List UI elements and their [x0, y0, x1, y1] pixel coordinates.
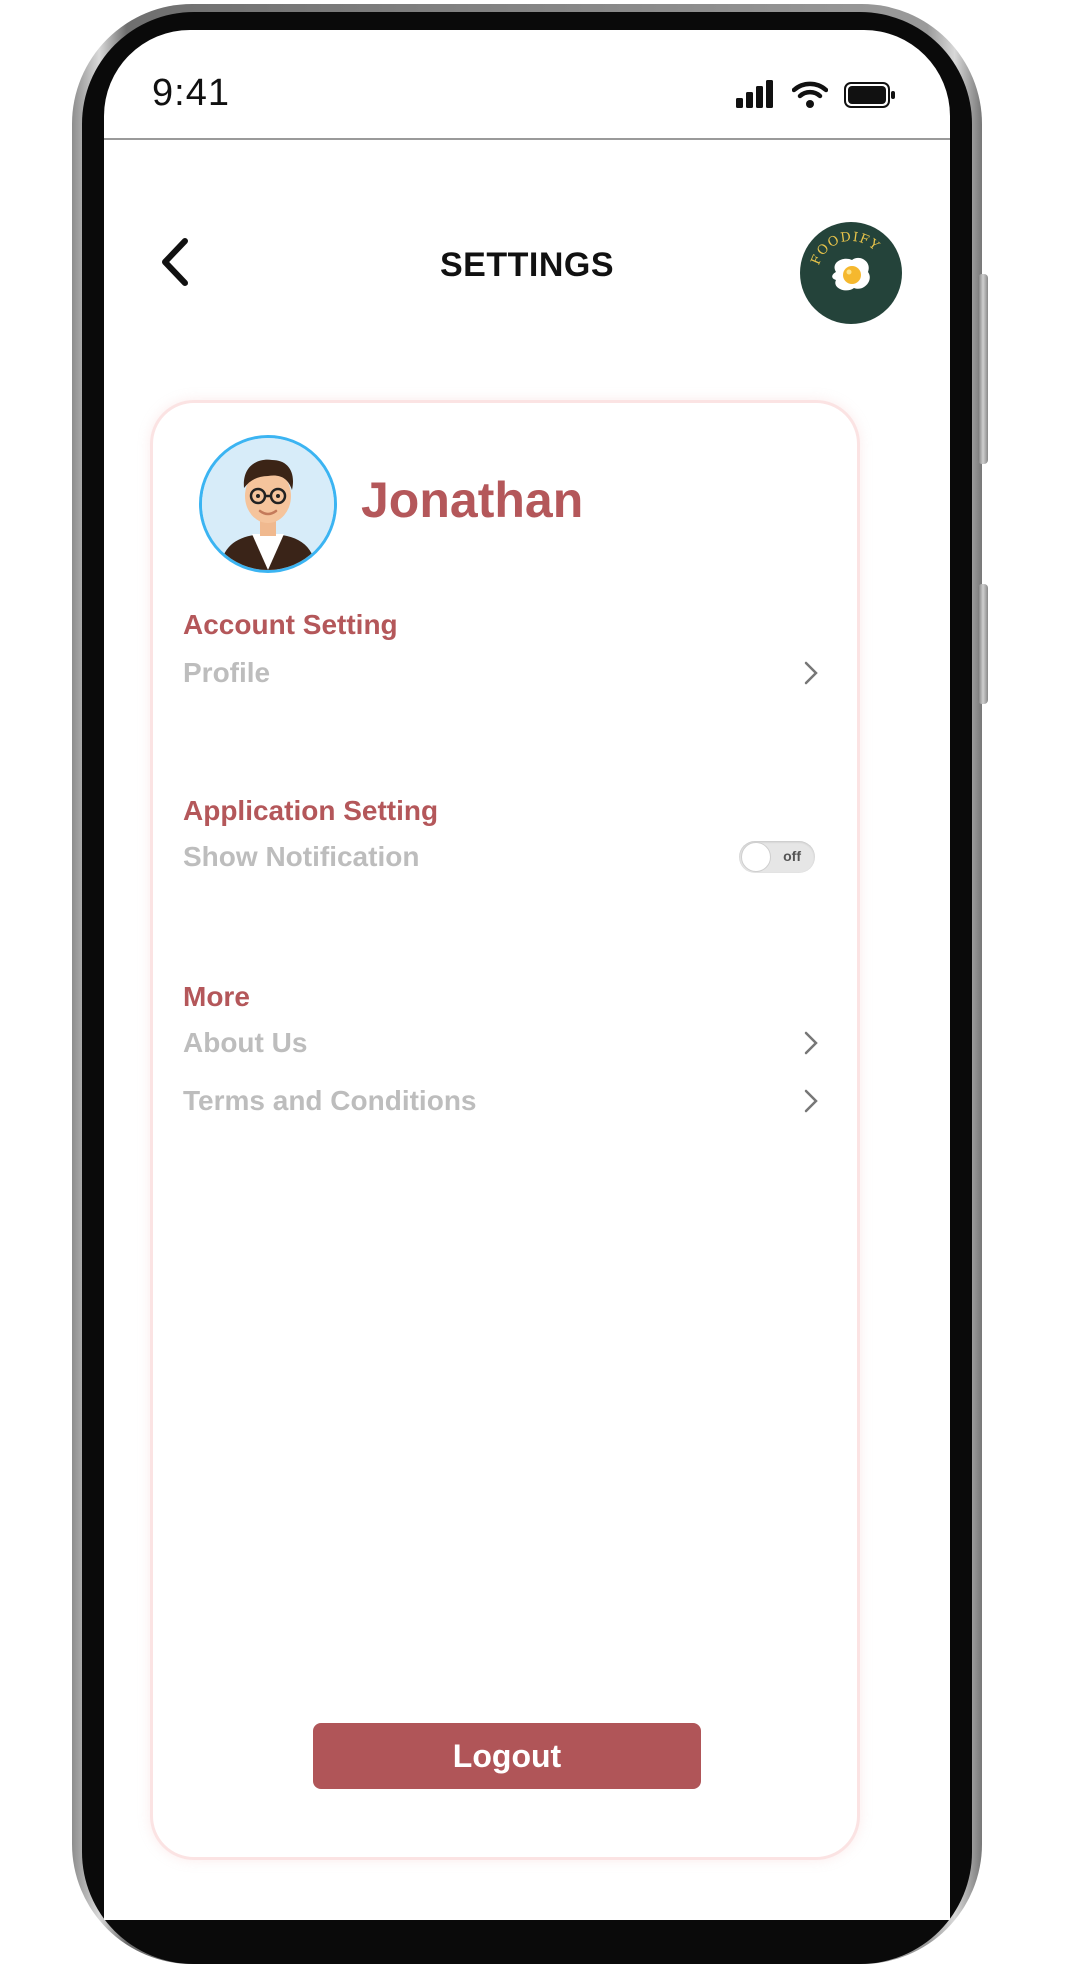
settings-item-label: Profile [183, 657, 271, 688]
settings-item-about-us[interactable]: About Us [183, 1019, 823, 1067]
status-bar: 9:41 [104, 30, 950, 140]
signal-icon [736, 80, 773, 108]
chevron-right-icon [799, 1089, 823, 1113]
status-icons [736, 80, 896, 108]
settings-item-show-notification: Show Notification off [183, 833, 823, 881]
settings-card: Jonathan Account Setting Profile Applica… [150, 400, 860, 1860]
settings-item-profile[interactable]: Profile [183, 649, 823, 697]
app-screen: 9:41 SETTINGS FOODIFY Jonathan Account S… [104, 30, 950, 1920]
user-avatar-icon [202, 438, 334, 570]
fried-egg-logo-icon: FOODIFY [809, 230, 881, 291]
chevron-right-icon [799, 661, 823, 685]
logout-button[interactable]: Logout [313, 1723, 701, 1789]
profile-name: Jonathan [361, 472, 584, 528]
top-navigation: SETTINGS FOODIFY [104, 210, 950, 324]
settings-item-label: Terms and Conditions [183, 1085, 477, 1116]
power-button [978, 584, 988, 704]
toggle-knob [741, 842, 771, 872]
notification-toggle[interactable]: off [739, 841, 815, 873]
settings-item-label: Show Notification [183, 841, 420, 872]
chevron-right-icon [799, 1031, 823, 1055]
volume-button [978, 274, 988, 464]
toggle-state-label: off [783, 848, 801, 864]
settings-item-label: About Us [183, 1027, 308, 1058]
settings-item-terms[interactable]: Terms and Conditions [183, 1077, 823, 1125]
brand-logo[interactable]: FOODIFY [800, 222, 902, 324]
wifi-icon [792, 81, 828, 108]
section-title-account: Account Setting [183, 609, 398, 640]
battery-icon [844, 82, 895, 108]
status-time: 9:41 [152, 72, 230, 114]
avatar[interactable] [199, 435, 337, 573]
section-title-more: More [183, 981, 250, 1012]
section-title-application: Application Setting [183, 795, 439, 826]
